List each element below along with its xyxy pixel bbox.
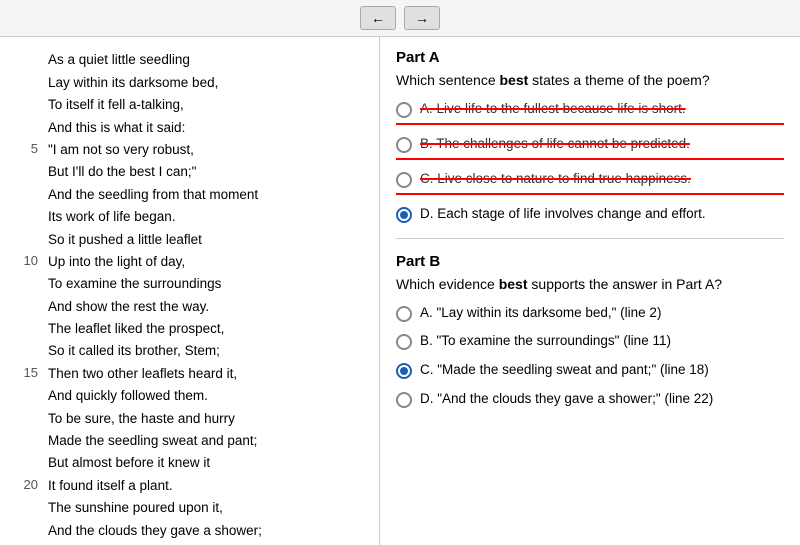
answer-text: A. "Lay within its darksome bed," (line … — [420, 304, 661, 323]
line-number: 5 — [20, 139, 38, 161]
poem-line: Made the seedling sweat and pant; — [48, 430, 369, 452]
poem-line: But I'll do the best I can;" — [48, 161, 369, 183]
part-a-options: A. Live life to the fullest because life… — [396, 100, 784, 224]
line-number — [20, 71, 38, 93]
radio-circle[interactable] — [396, 334, 412, 350]
answer-text: B. The challenges of life cannot be pred… — [420, 135, 690, 154]
answer-option[interactable]: D. Each stage of life involves change an… — [396, 205, 784, 224]
part-a-section: Part A Which sentence best states a them… — [396, 49, 784, 224]
radio-circle[interactable] — [396, 102, 412, 118]
poem-line: The leaflet liked the prospect, — [48, 318, 369, 340]
line-number: 20 — [20, 474, 38, 496]
part-a-title: Part A — [396, 49, 784, 66]
answer-text: C. Live close to nature to find true hap… — [420, 170, 691, 189]
line-number — [20, 94, 38, 116]
answer-option[interactable]: C. Live close to nature to find true hap… — [396, 170, 784, 195]
poem-line: Its work of life began. — [48, 206, 369, 228]
part-b-title: Part B — [396, 253, 784, 270]
toolbar: ← → — [0, 0, 800, 37]
line-number — [20, 430, 38, 452]
line-number — [20, 183, 38, 205]
questions-panel: Part A Which sentence best states a them… — [380, 37, 800, 545]
poem-line: And the clouds they gave a shower; — [48, 519, 369, 541]
radio-circle[interactable] — [396, 137, 412, 153]
answer-option[interactable]: C. "Made the seedling sweat and pant;" (… — [396, 361, 784, 380]
poem-line: And quickly followed them. — [48, 385, 369, 407]
line-number — [20, 542, 38, 545]
poem-line: And this is what it said: — [48, 116, 369, 138]
poem-lines: 510152025 As a quiet little seedlingLay … — [20, 49, 369, 545]
poem-text: As a quiet little seedlingLay within its… — [48, 49, 369, 545]
poem-line: And the seedling from that moment — [48, 183, 369, 205]
poem-line: And the little plant kept growing — [48, 542, 369, 545]
part-b-section: Part B Which evidence best supports the … — [396, 253, 784, 410]
part-b-options: A. "Lay within its darksome bed," (line … — [396, 304, 784, 410]
answer-option[interactable]: D. "And the clouds they gave a shower;" … — [396, 390, 784, 409]
poem-line: But almost before it knew it — [48, 452, 369, 474]
poem-line: "I am not so very robust, — [48, 139, 369, 161]
answer-option[interactable]: B. The challenges of life cannot be pred… — [396, 135, 784, 160]
line-number — [20, 519, 38, 541]
line-number — [20, 340, 38, 362]
radio-circle[interactable] — [396, 363, 412, 379]
back-button[interactable]: ← — [360, 6, 396, 30]
answer-text: C. "Made the seedling sweat and pant;" (… — [420, 361, 709, 380]
line-number — [20, 49, 38, 71]
line-number: 15 — [20, 362, 38, 384]
main-content: 510152025 As a quiet little seedlingLay … — [0, 37, 800, 545]
poem-line: Lay within its darksome bed, — [48, 71, 369, 93]
poem-line: It found itself a plant. — [48, 474, 369, 496]
line-number — [20, 206, 38, 228]
poem-line: So it called its brother, Stem; — [48, 340, 369, 362]
forward-button[interactable]: → — [404, 6, 440, 30]
line-number — [20, 385, 38, 407]
radio-circle[interactable] — [396, 172, 412, 188]
answer-text: A. Live life to the fullest because life… — [420, 100, 686, 119]
poem-line: To examine the surroundings — [48, 273, 369, 295]
part-b-question: Which evidence best supports the answer … — [396, 276, 784, 292]
radio-circle[interactable] — [396, 306, 412, 322]
poem-line: Then two other leaflets heard it, — [48, 362, 369, 384]
poem-line: The sunshine poured upon it, — [48, 497, 369, 519]
radio-circle[interactable] — [396, 207, 412, 223]
poem-line: To be sure, the haste and hurry — [48, 407, 369, 429]
poem-line: And show the rest the way. — [48, 295, 369, 317]
poem-line: Up into the light of day, — [48, 251, 369, 273]
poem-line: As a quiet little seedling — [48, 49, 369, 71]
line-number — [20, 407, 38, 429]
answer-text: D. "And the clouds they gave a shower;" … — [420, 390, 713, 409]
answer-text: B. "To examine the surroundings" (line 1… — [420, 332, 671, 351]
line-number — [20, 116, 38, 138]
answer-option[interactable]: A. Live life to the fullest because life… — [396, 100, 784, 125]
answer-option[interactable]: B. "To examine the surroundings" (line 1… — [396, 332, 784, 351]
line-number — [20, 452, 38, 474]
line-number: 10 — [20, 251, 38, 273]
radio-circle[interactable] — [396, 392, 412, 408]
answer-text: D. Each stage of life involves change an… — [420, 205, 706, 224]
line-number — [20, 161, 38, 183]
line-number — [20, 273, 38, 295]
line-number — [20, 228, 38, 250]
part-a-question: Which sentence best states a theme of th… — [396, 72, 784, 88]
answer-option[interactable]: A. "Lay within its darksome bed," (line … — [396, 304, 784, 323]
poem-panel: 510152025 As a quiet little seedlingLay … — [0, 37, 380, 545]
poem-line: To itself it fell a-talking, — [48, 94, 369, 116]
line-numbers: 510152025 — [20, 49, 48, 545]
line-number — [20, 497, 38, 519]
line-number — [20, 318, 38, 340]
line-number — [20, 295, 38, 317]
poem-line: So it pushed a little leaflet — [48, 228, 369, 250]
section-divider — [396, 238, 784, 239]
